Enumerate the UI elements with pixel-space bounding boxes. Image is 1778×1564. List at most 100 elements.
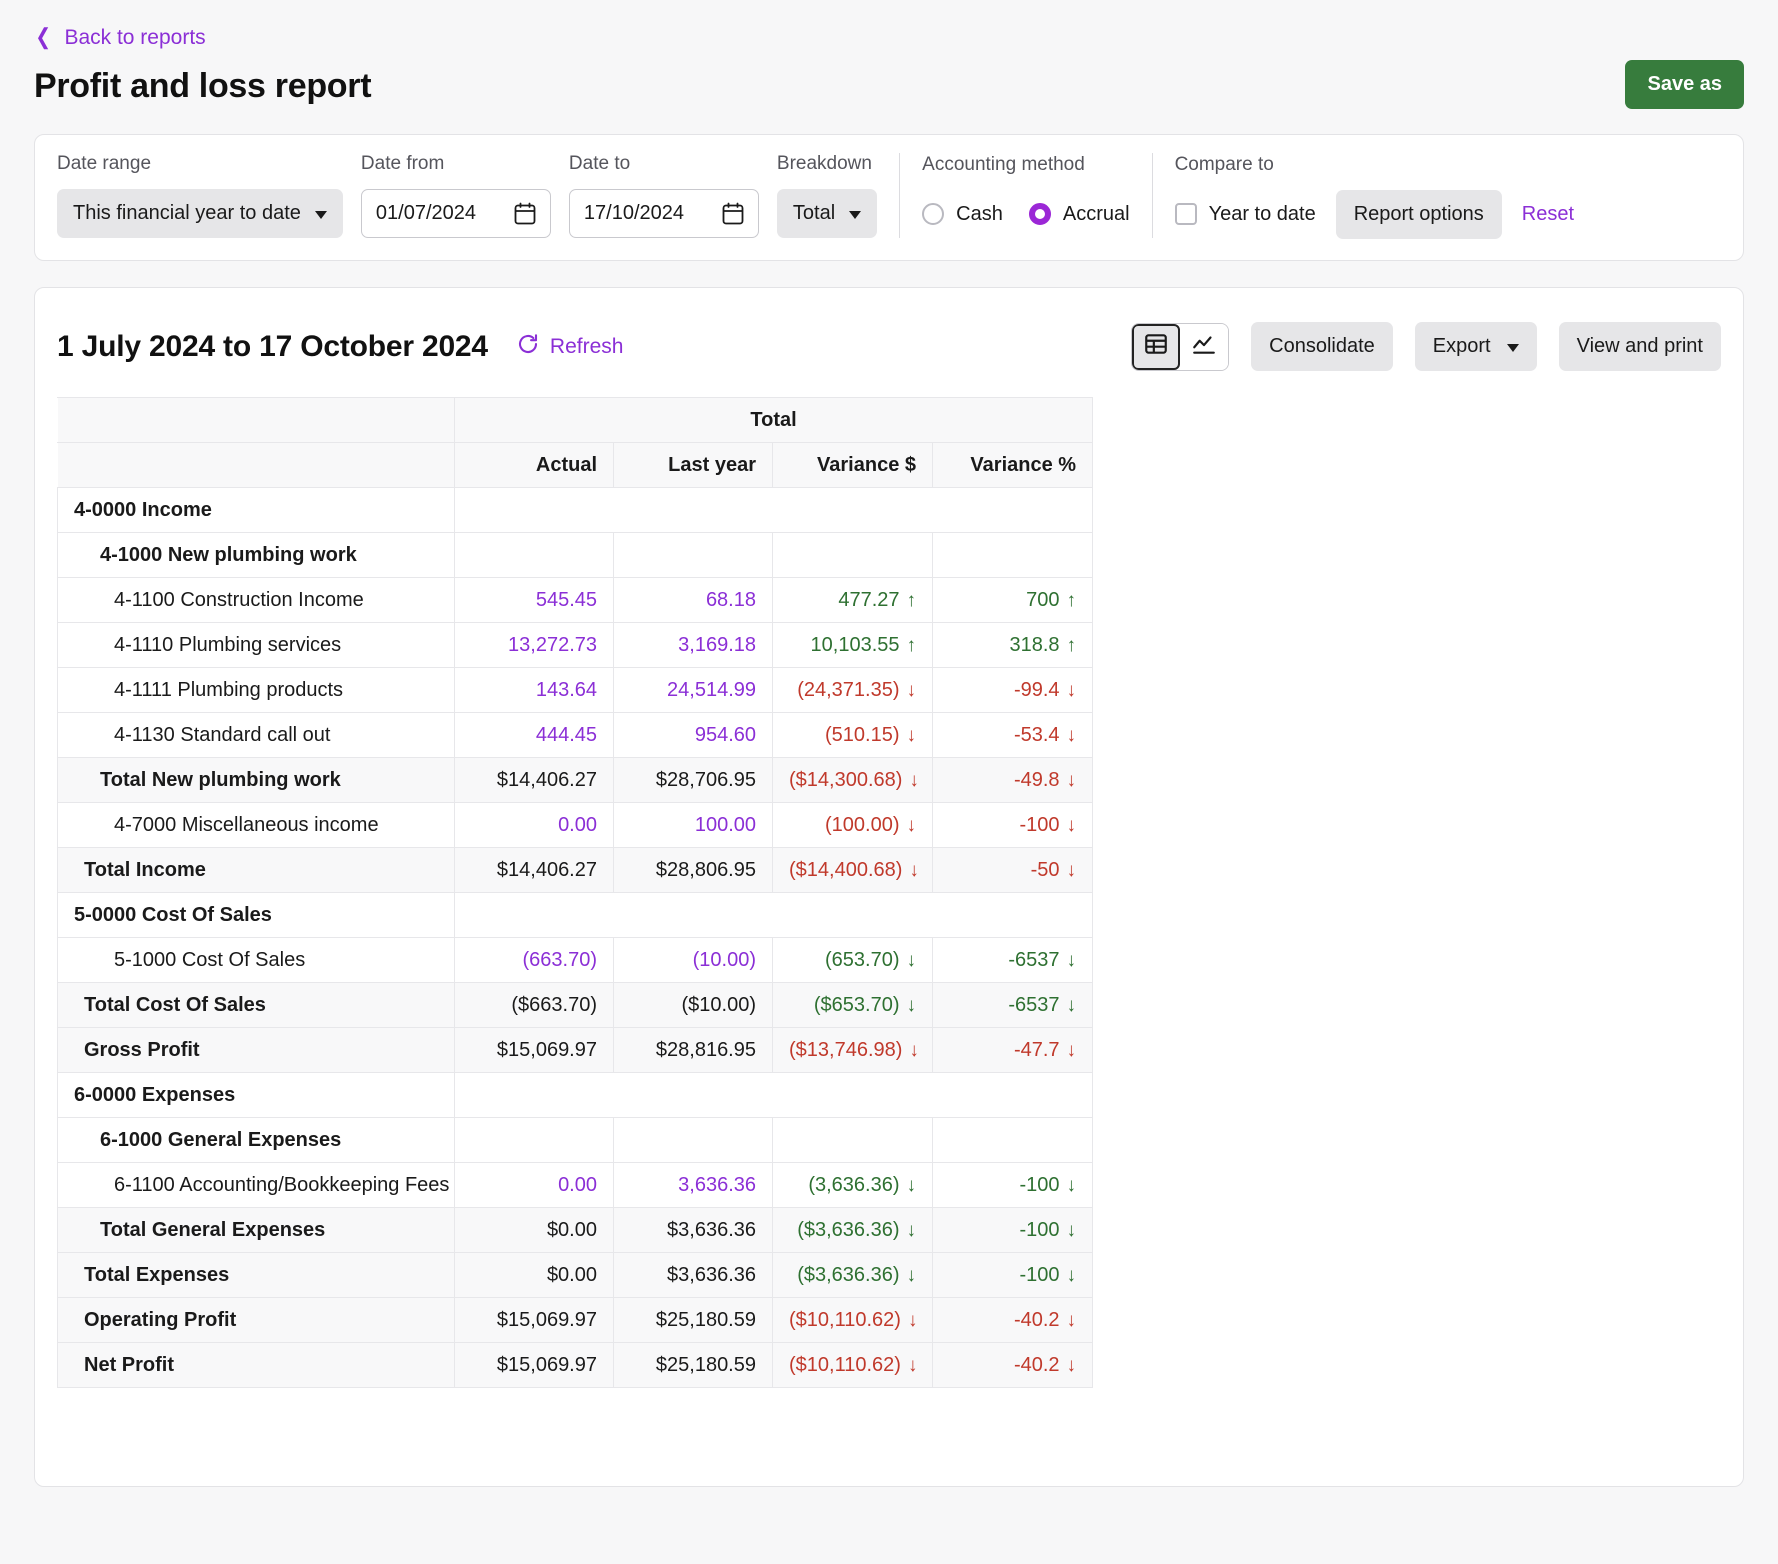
cell-actual: $0.00 bbox=[454, 1252, 614, 1298]
radio-accrual[interactable]: Accrual bbox=[1028, 203, 1130, 226]
cell-variance-dollar bbox=[772, 1117, 933, 1163]
consolidate-button[interactable]: Consolidate bbox=[1251, 322, 1393, 371]
back-to-reports-label: Back to reports bbox=[64, 25, 206, 49]
table-view-icon bbox=[1143, 331, 1169, 362]
cell-value: (653.70) bbox=[825, 948, 900, 971]
cell-last-year: (10.00) bbox=[613, 937, 773, 983]
arrow-down-icon: ↓ bbox=[1066, 1174, 1077, 1196]
table-row: 4-1130 Standard call out 444.45 954.60 (510… bbox=[57, 712, 1094, 758]
column-header-variance-percent: Variance % bbox=[931, 442, 1094, 488]
arrow-down-icon: ↓ bbox=[906, 1174, 917, 1196]
refresh-button[interactable]: Refresh bbox=[516, 332, 623, 362]
cell-value: ($13,746.98) bbox=[789, 1038, 903, 1061]
table-row: Total Cost Of Sales ($663.70) ($10.00) ($65… bbox=[57, 982, 1094, 1028]
cell-variance-dollar: (100.00) ↓ bbox=[772, 802, 933, 848]
date-to-input[interactable]: 17/10/2024 bbox=[568, 189, 759, 238]
cell-last-year: $3,636.36 bbox=[613, 1207, 773, 1253]
cell-variance-dollar: ($653.70) ↓ bbox=[772, 982, 933, 1028]
back-to-reports-link[interactable]: ❮ Back to reports bbox=[34, 24, 206, 49]
row-label: Total Cost Of Sales bbox=[57, 982, 455, 1028]
view-mode-toggle[interactable] bbox=[1131, 322, 1230, 371]
cell-variance-percent: -6537 ↓ bbox=[931, 982, 1094, 1028]
cell-actual: 13,272.73 bbox=[454, 622, 614, 668]
arrow-down-icon: ↓ bbox=[1066, 994, 1077, 1016]
chevron-left-icon: ❮ bbox=[35, 24, 52, 49]
refresh-icon bbox=[516, 332, 540, 362]
cell-value: -49.8 bbox=[1013, 768, 1060, 791]
arrow-down-icon: ↓ bbox=[909, 859, 919, 881]
arrow-up-icon: ↑ bbox=[1066, 589, 1077, 611]
date-range-label: Date range bbox=[57, 153, 152, 174]
cell-actual: (663.70) bbox=[454, 937, 614, 983]
cell-variance-percent bbox=[931, 532, 1094, 578]
radio-cash-label: Cash bbox=[956, 202, 1003, 225]
cell-value: -99.4 bbox=[1013, 678, 1060, 701]
checkbox-unchecked-icon bbox=[1174, 203, 1197, 225]
export-button[interactable]: Export bbox=[1414, 322, 1537, 371]
cell-value: ($10,110.62) bbox=[789, 1308, 901, 1331]
radio-unchecked-icon bbox=[922, 203, 945, 225]
cell-last-year: 100.00 bbox=[613, 802, 773, 848]
cell-value: $14,406.27 bbox=[496, 768, 597, 791]
cell-value: 100.00 bbox=[694, 813, 756, 836]
page-header: ❮ Back to reports Profit and loss report… bbox=[0, 0, 1778, 134]
row-label: 5-0000 Cost Of Sales bbox=[57, 892, 455, 938]
report-card: 1 July 2024 to 17 October 2024 Refresh C… bbox=[34, 287, 1744, 1487]
cell-value: 68.18 bbox=[705, 588, 756, 611]
arrow-down-icon: ↓ bbox=[907, 1309, 918, 1331]
radio-cash[interactable]: Cash bbox=[922, 203, 1003, 226]
arrow-down-icon: ↓ bbox=[1066, 859, 1077, 881]
cell-value: $15,069.97 bbox=[496, 1038, 597, 1061]
table-row: Operating Profit $15,069.97 $25,180.59 ($10… bbox=[57, 1297, 1094, 1343]
row-label: Operating Profit bbox=[57, 1297, 455, 1343]
checkbox-year-to-date[interactable]: Year to date bbox=[1174, 203, 1316, 226]
cell-actual: 545.45 bbox=[454, 577, 614, 623]
calendar-icon[interactable] bbox=[514, 202, 536, 225]
cell-variance-dollar bbox=[772, 532, 933, 578]
cell-last-year: $3,636.36 bbox=[613, 1252, 773, 1298]
date-from-value: 01/07/2024 bbox=[375, 202, 477, 224]
cell-value: (510.15) bbox=[825, 723, 900, 746]
save-as-button[interactable]: Save as bbox=[1625, 60, 1744, 109]
cell-value: $0.00 bbox=[546, 1218, 597, 1241]
cell-variance-dollar: ($3,636.36) ↓ bbox=[772, 1207, 933, 1253]
report-date-range-title: 1 July 2024 to 17 October 2024 bbox=[57, 329, 488, 363]
table-row: 6-1000 General Expenses bbox=[57, 1117, 1094, 1163]
cell-value: 143.64 bbox=[535, 678, 597, 701]
report-options-button[interactable]: Report options bbox=[1335, 189, 1502, 239]
cell-value: 24,514.99 bbox=[667, 678, 756, 701]
cell-variance-dollar: (653.70) ↓ bbox=[772, 937, 933, 983]
cell-variance-dollar: ($14,300.68) ↓ bbox=[772, 757, 933, 803]
cell-value: ($14,300.68) bbox=[789, 768, 903, 791]
cell-last-year: 68.18 bbox=[613, 577, 773, 623]
arrow-down-icon: ↓ bbox=[907, 1354, 918, 1376]
view-and-print-button[interactable]: View and print bbox=[1558, 322, 1721, 371]
cell-value: $28,816.95 bbox=[655, 1038, 756, 1061]
cell-value: (10.00) bbox=[692, 948, 756, 971]
row-label: 6-1000 General Expenses bbox=[57, 1117, 455, 1163]
profit-loss-table: Total Actual Last year Variance $ Varian… bbox=[57, 397, 1094, 1388]
cell-value: $28,706.95 bbox=[655, 768, 756, 791]
date-from-input[interactable]: 01/07/2024 bbox=[360, 189, 551, 238]
row-label: 4-1111 Plumbing products bbox=[57, 667, 455, 713]
arrow-down-icon: ↓ bbox=[906, 1264, 917, 1286]
chart-view-toggle[interactable] bbox=[1180, 323, 1229, 370]
arrow-down-icon: ↓ bbox=[1066, 1039, 1077, 1061]
cell-actual: ($663.70) bbox=[454, 982, 614, 1028]
cell-last-year: 3,169.18 bbox=[613, 622, 773, 668]
cell-actual: $14,406.27 bbox=[454, 757, 614, 803]
table-view-toggle[interactable] bbox=[1132, 323, 1181, 370]
divider bbox=[899, 153, 901, 238]
row-label: Gross Profit bbox=[57, 1027, 455, 1073]
table-row: Gross Profit $15,069.97 $28,816.95 ($13,746… bbox=[57, 1027, 1094, 1073]
row-label: 4-1000 New plumbing work bbox=[57, 532, 455, 578]
cell-value: $28,806.95 bbox=[655, 858, 756, 881]
table-row: 4-0000 Income bbox=[57, 487, 1094, 533]
breakdown-select[interactable]: Total bbox=[776, 189, 878, 238]
date-range-select[interactable]: This financial year to date bbox=[57, 189, 343, 238]
reset-link[interactable]: Reset bbox=[1522, 203, 1574, 226]
calendar-icon[interactable] bbox=[722, 202, 744, 225]
cell-value: 13,272.73 bbox=[508, 633, 597, 656]
cell-actual bbox=[454, 532, 614, 578]
cell-value: 318.8 bbox=[1009, 633, 1060, 656]
